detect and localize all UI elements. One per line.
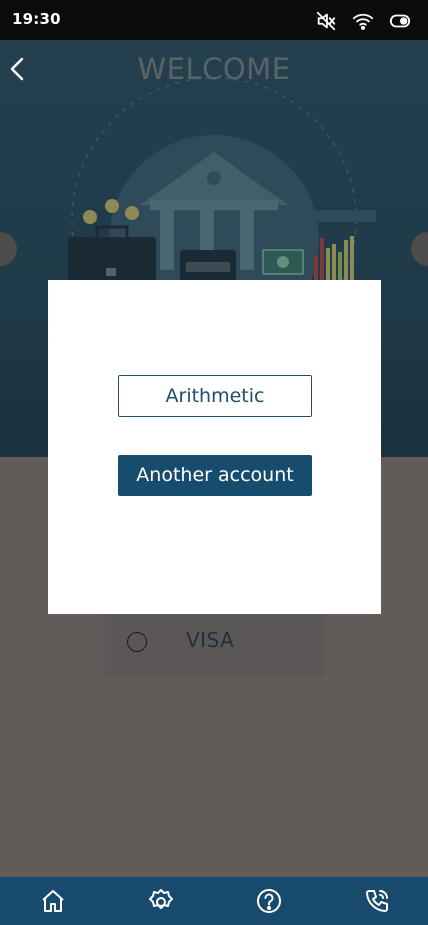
gear-icon[interactable] <box>147 887 175 915</box>
page-title: WELCOME <box>137 52 291 86</box>
another-account-button[interactable]: Another account <box>118 455 312 496</box>
visa-radio-button[interactable] <box>127 632 147 652</box>
help-icon[interactable] <box>255 887 283 915</box>
payment-option-visa[interactable]: VISA <box>105 608 324 676</box>
status-bar: 19:30 <box>0 0 428 40</box>
phone-icon[interactable] <box>363 887 391 915</box>
account-select-dialog: Arithmetic Another account <box>48 280 381 614</box>
bottom-navigation <box>0 877 428 925</box>
visa-label: VISA <box>186 628 235 652</box>
mute-icon <box>316 11 336 31</box>
wifi-icon <box>352 13 374 30</box>
home-icon[interactable] <box>39 887 67 915</box>
status-time: 19:30 <box>12 10 61 28</box>
arithmetic-button[interactable]: Arithmetic <box>118 375 312 417</box>
toggle-icon <box>389 14 411 28</box>
